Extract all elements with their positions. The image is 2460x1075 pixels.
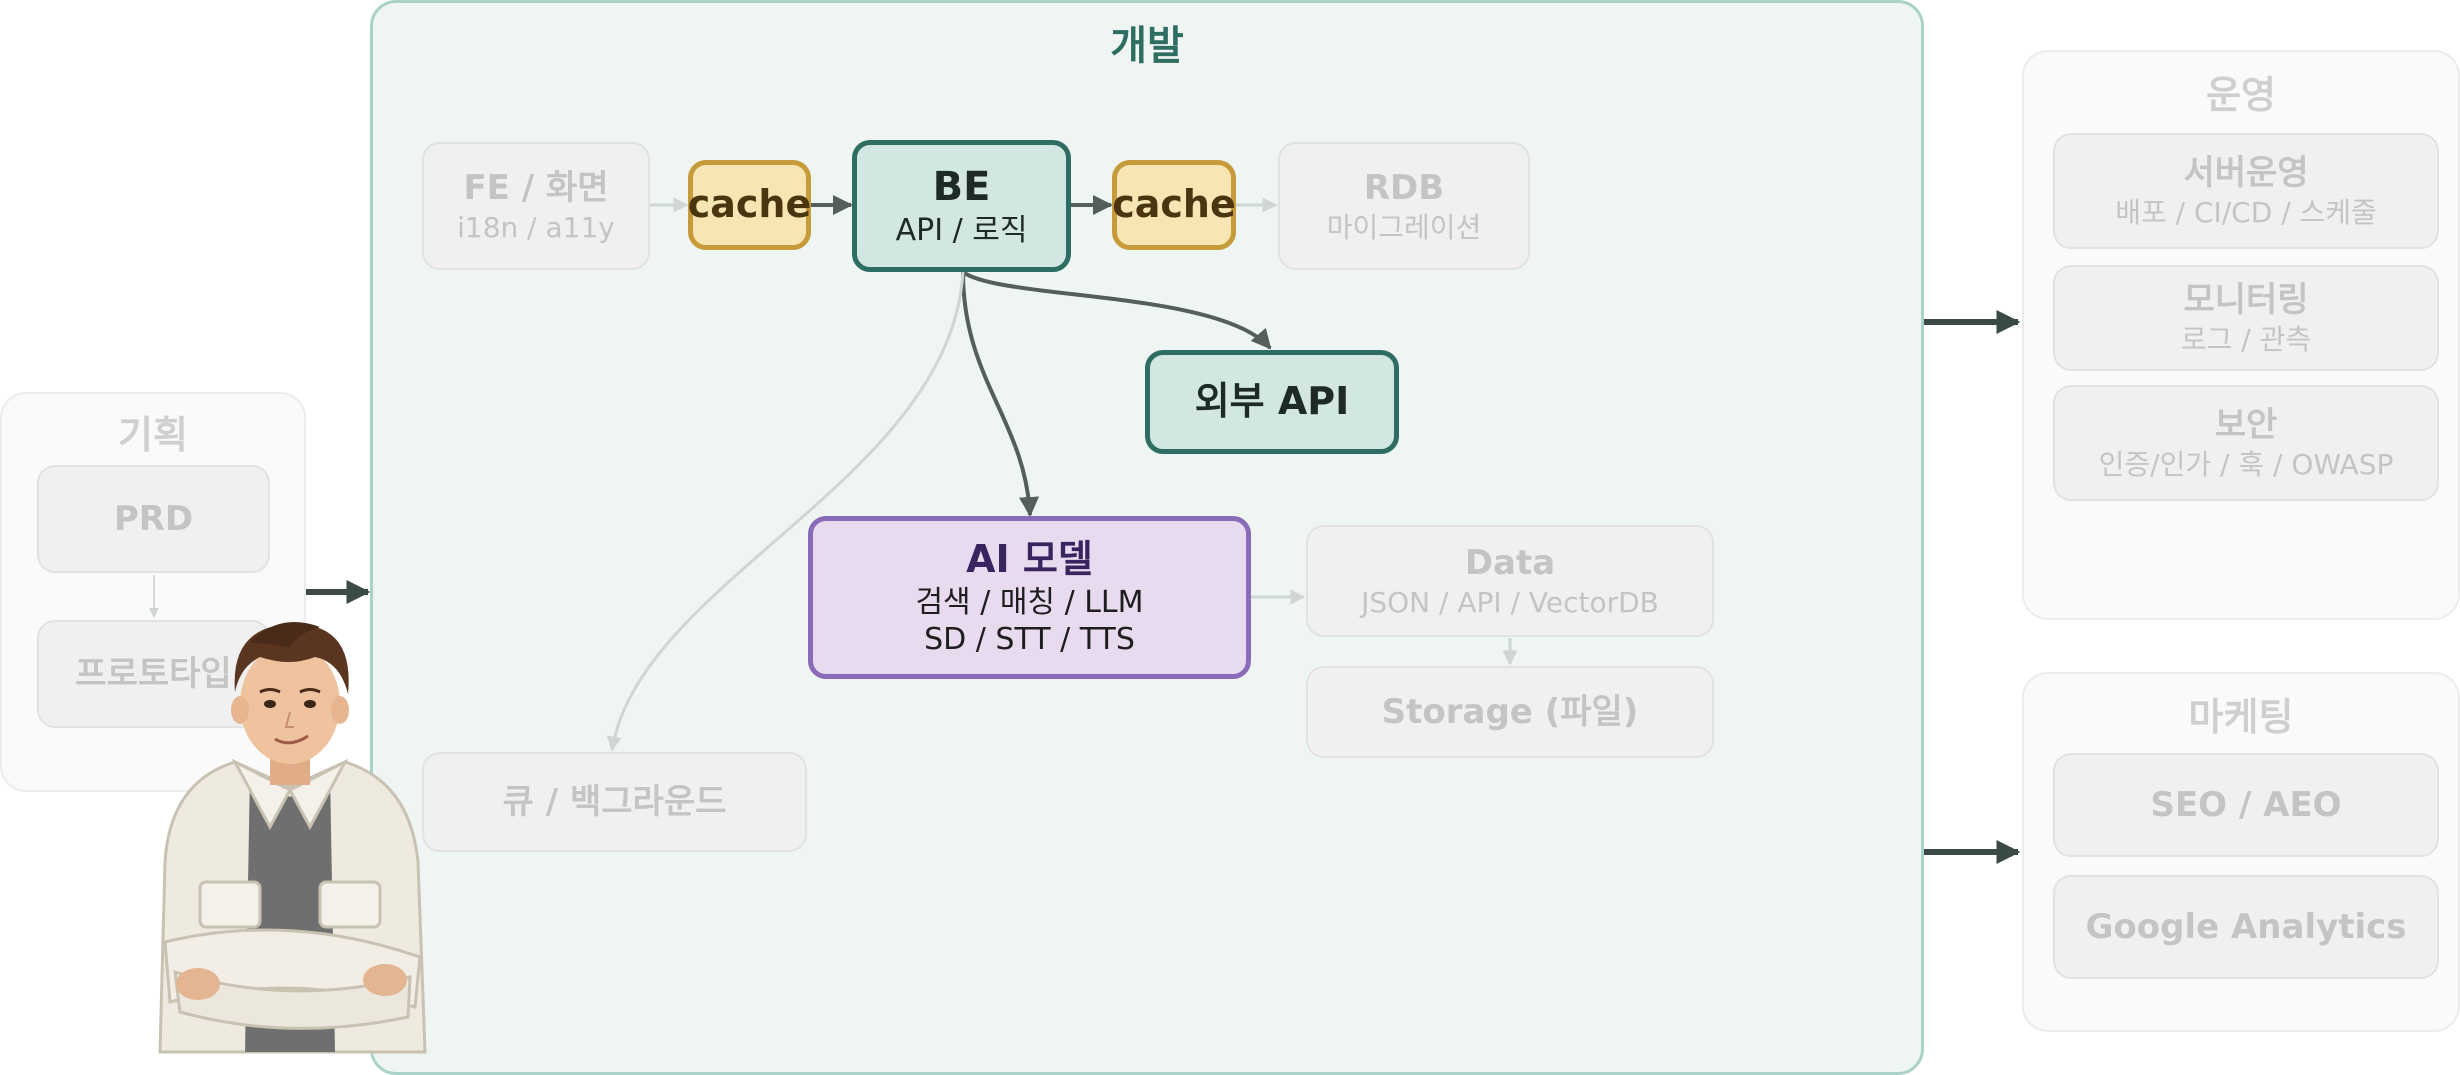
queue-label: 큐 / 백그라운드 [502, 781, 727, 822]
queue-node[interactable]: 큐 / 백그라운드 [422, 752, 807, 852]
be-node[interactable]: BE API / 로직 [852, 140, 1071, 272]
rdb-node[interactable]: RDB 마이그레이션 [1278, 142, 1530, 270]
fe-node[interactable]: FE / 화면 i18n / a11y [422, 142, 650, 270]
external-api-node[interactable]: 외부 API [1145, 350, 1399, 454]
cache-right-node[interactable]: cache [1112, 160, 1236, 250]
edge-be-to-ai [961, 271, 1040, 517]
cache-right-label: cache [1112, 182, 1236, 227]
character-illustration [158, 622, 427, 1054]
edge-be-to-external-api [961, 270, 1272, 350]
fe-title: FE / 화면 [463, 168, 609, 209]
rdb-sub: 마이그레이션 [1326, 210, 1482, 244]
external-api-label: 외부 API [1194, 379, 1350, 424]
be-title: BE [932, 164, 991, 211]
rdb-title: RDB [1363, 168, 1445, 209]
cache-left-label: cache [687, 182, 812, 227]
be-sub: API / 로직 [895, 213, 1028, 249]
ai-model-title: AI 모델 [966, 537, 1093, 582]
data-sub: JSON / API / VectorDB [1361, 585, 1659, 619]
storage-node[interactable]: Storage (파일) [1306, 666, 1714, 758]
ai-model-node[interactable]: AI 모델 검색 / 매칭 / LLM SD / STT / TTS [808, 516, 1251, 679]
cache-left-node[interactable]: cache [688, 160, 811, 250]
storage-label: Storage (파일) [1381, 691, 1639, 732]
ai-model-sub1: 검색 / 매칭 / LLM [915, 584, 1144, 620]
ai-model-sub2: SD / STT / TTS [924, 622, 1135, 658]
data-node[interactable]: Data JSON / API / VectorDB [1306, 525, 1714, 637]
data-title: Data [1464, 543, 1556, 584]
fe-sub: i18n / a11y [457, 210, 615, 244]
